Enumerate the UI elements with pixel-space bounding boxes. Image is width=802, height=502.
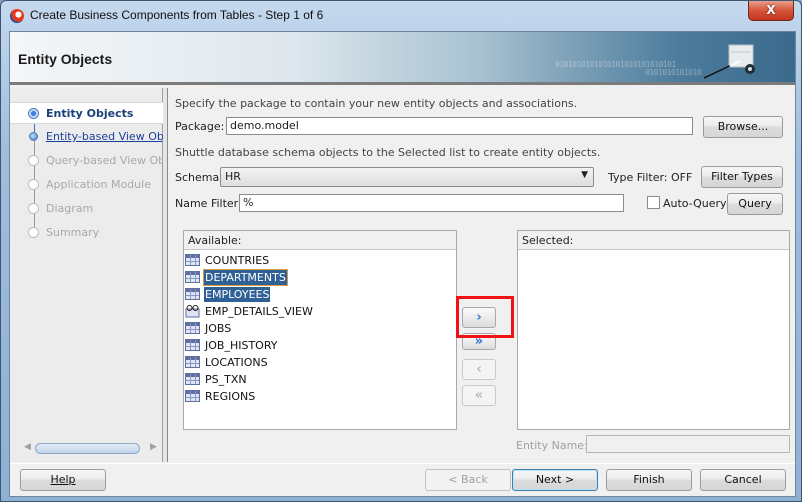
cancel-button[interactable]: Cancel bbox=[700, 469, 786, 491]
dialog-client: Entity Objects 0101010101010101010101010… bbox=[9, 31, 796, 497]
available-item-label: JOB_HISTORY bbox=[205, 339, 278, 352]
nav-step-application-module: Application Module bbox=[10, 174, 163, 196]
remove-selected-button[interactable]: ‹ bbox=[462, 359, 496, 380]
shuttle-instructions: Shuttle database schema objects to the S… bbox=[175, 146, 601, 159]
main-form: Specify the package to contain your new … bbox=[170, 88, 795, 462]
package-label: Package: bbox=[175, 120, 225, 133]
nav-step-label: Diagram bbox=[46, 202, 94, 215]
selected-list-header: Selected: bbox=[518, 231, 789, 250]
entity-name-label: Entity Name: bbox=[516, 439, 588, 452]
current-step-icon bbox=[28, 108, 39, 119]
name-filter-label: Name Filter: bbox=[175, 197, 242, 210]
nav-step-summary: Summary bbox=[10, 222, 163, 244]
database-table-icon bbox=[185, 373, 200, 385]
back-button[interactable]: < Back bbox=[425, 469, 511, 491]
available-item-label: EMP_DETAILS_VIEW bbox=[205, 305, 313, 318]
nav-step-label: Summary bbox=[46, 226, 100, 239]
available-item-label: JOBS bbox=[205, 322, 232, 335]
page-title: Entity Objects bbox=[18, 51, 113, 67]
name-filter-input[interactable]: % bbox=[239, 194, 624, 212]
wizard-steps-panel: Entity Objects Entity-based View Objects… bbox=[10, 88, 163, 462]
annotation-highlight bbox=[456, 296, 514, 338]
binary-decoration: 0101010101010101010101010101 01010101010… bbox=[555, 61, 702, 77]
package-instructions: Specify the package to contain your new … bbox=[175, 97, 578, 110]
next-button[interactable]: Next > bbox=[512, 469, 598, 491]
nav-step-label: Entity Objects bbox=[46, 107, 134, 120]
available-item-label: PS_TXN bbox=[205, 373, 247, 386]
database-view-icon bbox=[185, 304, 200, 318]
database-table-icon bbox=[185, 339, 200, 351]
package-input[interactable]: demo.model bbox=[226, 117, 693, 135]
entity-name-input[interactable] bbox=[586, 435, 790, 453]
database-table-icon bbox=[185, 271, 200, 283]
binary-line-2: 0101010101010 bbox=[645, 68, 702, 77]
double-chevron-left-icon: « bbox=[474, 388, 484, 403]
nav-step-label: Query-based View Objects bbox=[46, 154, 163, 167]
dialog-footer: Help < Back Next > Finish Cancel bbox=[10, 463, 795, 496]
query-button[interactable]: Query bbox=[727, 193, 783, 215]
nav-step-diagram: Diagram bbox=[10, 198, 163, 220]
jdeveloper-app-icon bbox=[10, 9, 24, 23]
database-table-icon bbox=[185, 356, 200, 368]
step-dot-icon bbox=[28, 179, 39, 190]
available-item-label: COUNTRIES bbox=[205, 254, 270, 267]
remove-all-button[interactable]: « bbox=[462, 385, 496, 406]
nav-step-query-based-view-objects: Query-based View Objects bbox=[10, 150, 163, 172]
title-bar[interactable]: Create Business Components from Tables -… bbox=[1, 1, 801, 31]
type-filter-status: Type Filter: OFF bbox=[608, 171, 693, 184]
available-item-label: REGIONS bbox=[205, 390, 256, 403]
database-table-icon bbox=[185, 288, 200, 300]
help-button[interactable]: Help bbox=[20, 469, 106, 491]
available-item-label: LOCATIONS bbox=[205, 356, 268, 369]
step-dot-icon bbox=[29, 132, 38, 141]
database-table-icon bbox=[185, 390, 200, 402]
step-dot-icon bbox=[28, 227, 39, 238]
window-title: Create Business Components from Tables -… bbox=[30, 8, 324, 22]
available-item-label: EMPLOYEES bbox=[204, 287, 271, 302]
scrollbar-thumb[interactable] bbox=[35, 443, 140, 454]
browse-button[interactable]: Browse... bbox=[703, 116, 783, 138]
step-dot-icon bbox=[28, 155, 39, 166]
scroll-right-arrow-icon[interactable]: ▶ bbox=[150, 442, 157, 452]
available-item-label: DEPARTMENTS bbox=[203, 269, 288, 286]
finish-button[interactable]: Finish bbox=[606, 469, 692, 491]
header-banner: Entity Objects 0101010101010101010101010… bbox=[10, 32, 795, 85]
wizard-window: Create Business Components from Tables -… bbox=[0, 0, 802, 502]
database-table-icon bbox=[185, 322, 200, 334]
close-button[interactable]: X bbox=[748, 1, 794, 21]
nav-step-label: Application Module bbox=[46, 178, 151, 191]
nav-step-label: Entity-based View Objects bbox=[46, 130, 163, 143]
nav-step-entity-based-view-objects[interactable]: Entity-based View Objects bbox=[10, 126, 163, 148]
selected-list[interactable]: Selected: bbox=[517, 230, 790, 430]
available-list-header: Available: bbox=[184, 231, 456, 250]
panel-splitter[interactable] bbox=[163, 88, 168, 462]
auto-query-label[interactable]: Auto-Query bbox=[663, 197, 727, 210]
schema-select[interactable]: HR ▼ bbox=[220, 167, 594, 187]
step-dot-icon bbox=[28, 203, 39, 214]
dropdown-arrow-icon: ▼ bbox=[581, 170, 588, 180]
filter-types-button[interactable]: Filter Types bbox=[701, 166, 783, 188]
nav-step-entity-objects[interactable]: Entity Objects bbox=[10, 102, 163, 124]
schema-label: Schema: bbox=[175, 171, 223, 184]
schema-value: HR bbox=[225, 170, 241, 183]
auto-query-checkbox[interactable] bbox=[647, 196, 660, 209]
help-label: Help bbox=[50, 473, 76, 486]
nav-horizontal-scrollbar[interactable]: ◀ ▶ bbox=[18, 442, 160, 456]
chevron-left-icon: ‹ bbox=[476, 362, 482, 377]
scroll-left-arrow-icon[interactable]: ◀ bbox=[24, 442, 31, 452]
available-list[interactable]: Available: COUNTRIES DEPARTMENTS EMPLOYEES… bbox=[183, 230, 457, 430]
database-table-icon bbox=[185, 254, 200, 266]
wizard-wand-icon bbox=[703, 44, 755, 79]
